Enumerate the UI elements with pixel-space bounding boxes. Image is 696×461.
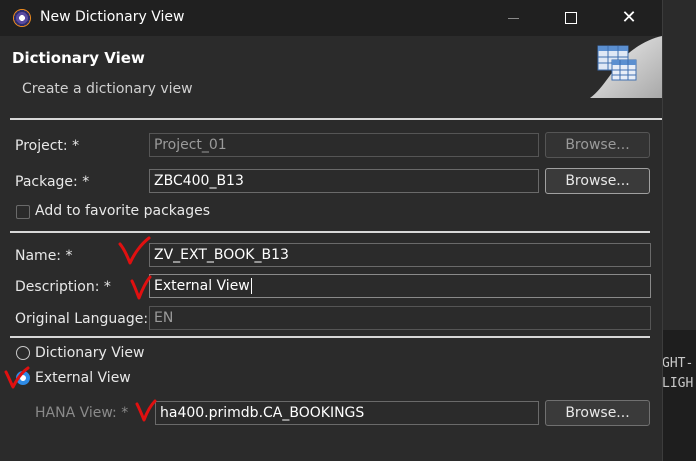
red-checkmark-annotation <box>118 236 151 265</box>
project-field: Project_01 <box>149 133 539 157</box>
minimize-button[interactable] <box>490 0 536 36</box>
original-language-label: Original Language: <box>15 311 149 327</box>
description-value: External View <box>154 278 250 294</box>
project-browse-button[interactable]: Browse... <box>545 132 650 158</box>
title-bar: New Dictionary View ✕ <box>0 0 662 36</box>
header-separator <box>10 118 662 120</box>
original-language-field: EN <box>149 306 651 330</box>
minimize-icon <box>507 17 519 19</box>
red-checkmark-annotation <box>135 399 157 422</box>
page-description: Create a dictionary view <box>22 81 193 97</box>
close-button[interactable]: ✕ <box>606 0 652 36</box>
dictionary-view-radio[interactable] <box>16 346 30 360</box>
description-label: Description: * <box>15 279 111 295</box>
hana-view-browse-button[interactable]: Browse... <box>545 400 650 426</box>
favorite-packages-checkbox[interactable] <box>16 205 30 219</box>
background-text-line: GHT- <box>662 356 694 371</box>
hana-view-label: HANA View: * <box>35 405 129 421</box>
maximize-button[interactable] <box>548 0 594 36</box>
background-editor-strip <box>662 330 696 461</box>
new-dictionary-view-dialog: New Dictionary View ✕ Dictionary View Cr… <box>0 0 663 461</box>
name-label: Name: * <box>15 248 73 264</box>
section-separator <box>10 231 650 233</box>
wizard-header: Dictionary View Create a dictionary view <box>0 36 662 118</box>
background-text-line: LIGH <box>662 376 694 391</box>
background-editor-right: GHT- LIGH <box>662 0 696 461</box>
maximize-icon <box>565 12 577 24</box>
close-icon: ✕ <box>621 7 637 28</box>
favorite-packages-label: Add to favorite packages <box>35 203 211 219</box>
window-title: New Dictionary View <box>40 9 185 25</box>
project-label: Project: * <box>15 138 80 154</box>
section-separator <box>10 336 650 338</box>
red-checkmark-annotation <box>4 366 30 389</box>
package-label: Package: * <box>15 174 90 190</box>
red-checkmark-annotation <box>130 275 152 300</box>
dictionary-view-label: Dictionary View <box>35 345 145 361</box>
hana-view-field[interactable]: ha400.primdb.CA_BOOKINGS <box>155 401 539 425</box>
external-view-label: External View <box>35 370 131 386</box>
name-field[interactable]: ZV_EXT_BOOK_B13 <box>149 243 651 267</box>
page-title: Dictionary View <box>12 49 145 67</box>
text-caret <box>250 278 252 294</box>
dictionary-view-banner-icon <box>590 36 662 98</box>
description-field[interactable]: External View <box>149 274 651 298</box>
eclipse-app-icon <box>13 9 31 27</box>
package-field[interactable]: ZBC400_B13 <box>149 169 539 193</box>
package-browse-button[interactable]: Browse... <box>545 168 650 194</box>
